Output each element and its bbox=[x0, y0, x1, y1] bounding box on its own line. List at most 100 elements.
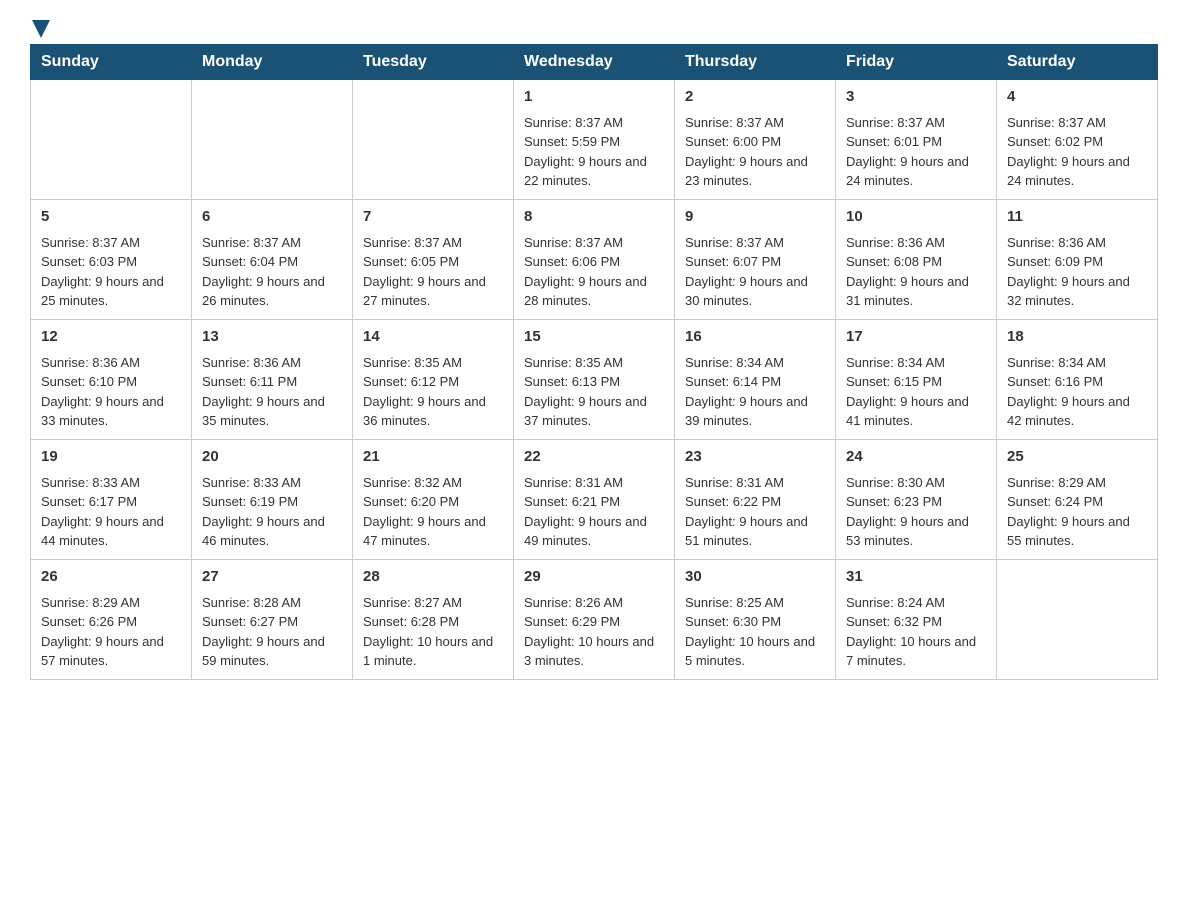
day-info: Sunrise: 8:31 AMSunset: 6:22 PMDaylight:… bbox=[685, 473, 825, 551]
calendar-cell: 25 Sunrise: 8:29 AMSunset: 6:24 PMDayligh… bbox=[997, 440, 1158, 560]
calendar-cell: 22 Sunrise: 8:31 AMSunset: 6:21 PMDayligh… bbox=[514, 440, 675, 560]
page-header bbox=[30, 20, 1158, 34]
day-info: Sunrise: 8:37 AMSunset: 6:02 PMDaylight:… bbox=[1007, 113, 1147, 191]
calendar-cell: 3 Sunrise: 8:37 AMSunset: 6:01 PMDaylight… bbox=[836, 80, 997, 200]
day-info: Sunrise: 8:25 AMSunset: 6:30 PMDaylight:… bbox=[685, 593, 825, 671]
weekday-header-friday: Friday bbox=[836, 45, 997, 80]
day-info: Sunrise: 8:26 AMSunset: 6:29 PMDaylight:… bbox=[524, 593, 664, 671]
day-number: 2 bbox=[685, 86, 825, 109]
day-info: Sunrise: 8:37 AMSunset: 6:04 PMDaylight:… bbox=[202, 233, 342, 311]
day-info: Sunrise: 8:30 AMSunset: 6:23 PMDaylight:… bbox=[846, 473, 986, 551]
weekday-header-thursday: Thursday bbox=[675, 45, 836, 80]
calendar-cell: 1Sunrise: 8:37 AMSunset: 5:59 PMDaylight… bbox=[514, 80, 675, 200]
day-info: Sunrise: 8:29 AMSunset: 6:26 PMDaylight:… bbox=[41, 593, 181, 671]
calendar-cell: 17 Sunrise: 8:34 AMSunset: 6:15 PMDayligh… bbox=[836, 320, 997, 440]
day-number: 5 bbox=[41, 206, 181, 229]
day-info: Sunrise: 8:28 AMSunset: 6:27 PMDaylight:… bbox=[202, 593, 342, 671]
calendar-cell bbox=[997, 560, 1158, 680]
day-number: 15 bbox=[524, 326, 664, 349]
calendar-week-row: 5 Sunrise: 8:37 AMSunset: 6:03 PMDaylight… bbox=[31, 200, 1158, 320]
calendar-cell: 12 Sunrise: 8:36 AMSunset: 6:10 PMDayligh… bbox=[31, 320, 192, 440]
calendar-cell: 14Sunrise: 8:35 AMSunset: 6:12 PMDayligh… bbox=[353, 320, 514, 440]
day-number: 23 bbox=[685, 446, 825, 469]
day-number: 17 bbox=[846, 326, 986, 349]
day-number: 14 bbox=[363, 326, 503, 349]
day-number: 25 bbox=[1007, 446, 1147, 469]
day-info: Sunrise: 8:37 AMSunset: 6:07 PMDaylight:… bbox=[685, 233, 825, 311]
day-number: 16 bbox=[685, 326, 825, 349]
calendar-cell bbox=[192, 80, 353, 200]
day-info: Sunrise: 8:37 AMSunset: 6:00 PMDaylight:… bbox=[685, 113, 825, 191]
day-number: 19 bbox=[41, 446, 181, 469]
day-number: 29 bbox=[524, 566, 664, 589]
day-info: Sunrise: 8:36 AMSunset: 6:10 PMDaylight:… bbox=[41, 353, 181, 431]
calendar-cell: 13 Sunrise: 8:36 AMSunset: 6:11 PMDayligh… bbox=[192, 320, 353, 440]
calendar-table: SundayMondayTuesdayWednesdayThursdayFrid… bbox=[30, 44, 1158, 680]
day-number: 6 bbox=[202, 206, 342, 229]
day-number: 7 bbox=[363, 206, 503, 229]
calendar-week-row: 19 Sunrise: 8:33 AMSunset: 6:17 PMDayligh… bbox=[31, 440, 1158, 560]
day-number: 26 bbox=[41, 566, 181, 589]
weekday-header-wednesday: Wednesday bbox=[514, 45, 675, 80]
day-number: 9 bbox=[685, 206, 825, 229]
logo bbox=[30, 20, 50, 34]
calendar-week-row: 26 Sunrise: 8:29 AMSunset: 6:26 PMDayligh… bbox=[31, 560, 1158, 680]
day-info: Sunrise: 8:27 AMSunset: 6:28 PMDaylight:… bbox=[363, 593, 503, 671]
day-number: 27 bbox=[202, 566, 342, 589]
calendar-cell: 8Sunrise: 8:37 AMSunset: 6:06 PMDaylight… bbox=[514, 200, 675, 320]
calendar-cell: 28 Sunrise: 8:27 AMSunset: 6:28 PMDayligh… bbox=[353, 560, 514, 680]
calendar-cell: 16 Sunrise: 8:34 AMSunset: 6:14 PMDayligh… bbox=[675, 320, 836, 440]
calendar-cell bbox=[353, 80, 514, 200]
day-number: 22 bbox=[524, 446, 664, 469]
day-info: Sunrise: 8:33 AMSunset: 6:17 PMDaylight:… bbox=[41, 473, 181, 551]
logo-arrow-icon bbox=[32, 20, 50, 38]
day-info: Sunrise: 8:24 AMSunset: 6:32 PMDaylight:… bbox=[846, 593, 986, 671]
weekday-header-sunday: Sunday bbox=[31, 45, 192, 80]
calendar-cell: 24 Sunrise: 8:30 AMSunset: 6:23 PMDayligh… bbox=[836, 440, 997, 560]
day-number: 24 bbox=[846, 446, 986, 469]
day-info: Sunrise: 8:37 AMSunset: 6:05 PMDaylight:… bbox=[363, 233, 503, 311]
day-number: 8 bbox=[524, 206, 664, 229]
day-info: Sunrise: 8:31 AMSunset: 6:21 PMDaylight:… bbox=[524, 473, 664, 551]
calendar-cell: 6 Sunrise: 8:37 AMSunset: 6:04 PMDaylight… bbox=[192, 200, 353, 320]
day-number: 28 bbox=[363, 566, 503, 589]
calendar-cell: 5 Sunrise: 8:37 AMSunset: 6:03 PMDaylight… bbox=[31, 200, 192, 320]
calendar-cell: 23 Sunrise: 8:31 AMSunset: 6:22 PMDayligh… bbox=[675, 440, 836, 560]
day-info: Sunrise: 8:34 AMSunset: 6:15 PMDaylight:… bbox=[846, 353, 986, 431]
day-info: Sunrise: 8:36 AMSunset: 6:09 PMDaylight:… bbox=[1007, 233, 1147, 311]
day-number: 13 bbox=[202, 326, 342, 349]
calendar-cell: 31 Sunrise: 8:24 AMSunset: 6:32 PMDayligh… bbox=[836, 560, 997, 680]
calendar-header-row: SundayMondayTuesdayWednesdayThursdayFrid… bbox=[31, 45, 1158, 80]
calendar-cell: 2 Sunrise: 8:37 AMSunset: 6:00 PMDaylight… bbox=[675, 80, 836, 200]
day-info: Sunrise: 8:34 AMSunset: 6:16 PMDaylight:… bbox=[1007, 353, 1147, 431]
calendar-week-row: 1Sunrise: 8:37 AMSunset: 5:59 PMDaylight… bbox=[31, 80, 1158, 200]
calendar-cell: 20Sunrise: 8:33 AMSunset: 6:19 PMDayligh… bbox=[192, 440, 353, 560]
day-number: 3 bbox=[846, 86, 986, 109]
day-number: 30 bbox=[685, 566, 825, 589]
calendar-cell: 4Sunrise: 8:37 AMSunset: 6:02 PMDaylight… bbox=[997, 80, 1158, 200]
calendar-cell: 30 Sunrise: 8:25 AMSunset: 6:30 PMDayligh… bbox=[675, 560, 836, 680]
calendar-cell: 21 Sunrise: 8:32 AMSunset: 6:20 PMDayligh… bbox=[353, 440, 514, 560]
day-info: Sunrise: 8:37 AMSunset: 6:03 PMDaylight:… bbox=[41, 233, 181, 311]
day-info: Sunrise: 8:37 AMSunset: 6:01 PMDaylight:… bbox=[846, 113, 986, 191]
day-info: Sunrise: 8:37 AMSunset: 5:59 PMDaylight:… bbox=[524, 113, 664, 191]
calendar-cell: 11Sunrise: 8:36 AMSunset: 6:09 PMDayligh… bbox=[997, 200, 1158, 320]
calendar-cell: 9 Sunrise: 8:37 AMSunset: 6:07 PMDaylight… bbox=[675, 200, 836, 320]
calendar-cell: 18Sunrise: 8:34 AMSunset: 6:16 PMDayligh… bbox=[997, 320, 1158, 440]
weekday-header-saturday: Saturday bbox=[997, 45, 1158, 80]
day-number: 31 bbox=[846, 566, 986, 589]
calendar-cell: 10 Sunrise: 8:36 AMSunset: 6:08 PMDayligh… bbox=[836, 200, 997, 320]
day-info: Sunrise: 8:35 AMSunset: 6:13 PMDaylight:… bbox=[524, 353, 664, 431]
calendar-cell bbox=[31, 80, 192, 200]
day-number: 12 bbox=[41, 326, 181, 349]
calendar-cell: 27 Sunrise: 8:28 AMSunset: 6:27 PMDayligh… bbox=[192, 560, 353, 680]
day-number: 21 bbox=[363, 446, 503, 469]
day-info: Sunrise: 8:34 AMSunset: 6:14 PMDaylight:… bbox=[685, 353, 825, 431]
day-info: Sunrise: 8:36 AMSunset: 6:08 PMDaylight:… bbox=[846, 233, 986, 311]
day-number: 10 bbox=[846, 206, 986, 229]
day-info: Sunrise: 8:29 AMSunset: 6:24 PMDaylight:… bbox=[1007, 473, 1147, 551]
day-number: 20 bbox=[202, 446, 342, 469]
weekday-header-monday: Monday bbox=[192, 45, 353, 80]
day-info: Sunrise: 8:36 AMSunset: 6:11 PMDaylight:… bbox=[202, 353, 342, 431]
day-info: Sunrise: 8:32 AMSunset: 6:20 PMDaylight:… bbox=[363, 473, 503, 551]
